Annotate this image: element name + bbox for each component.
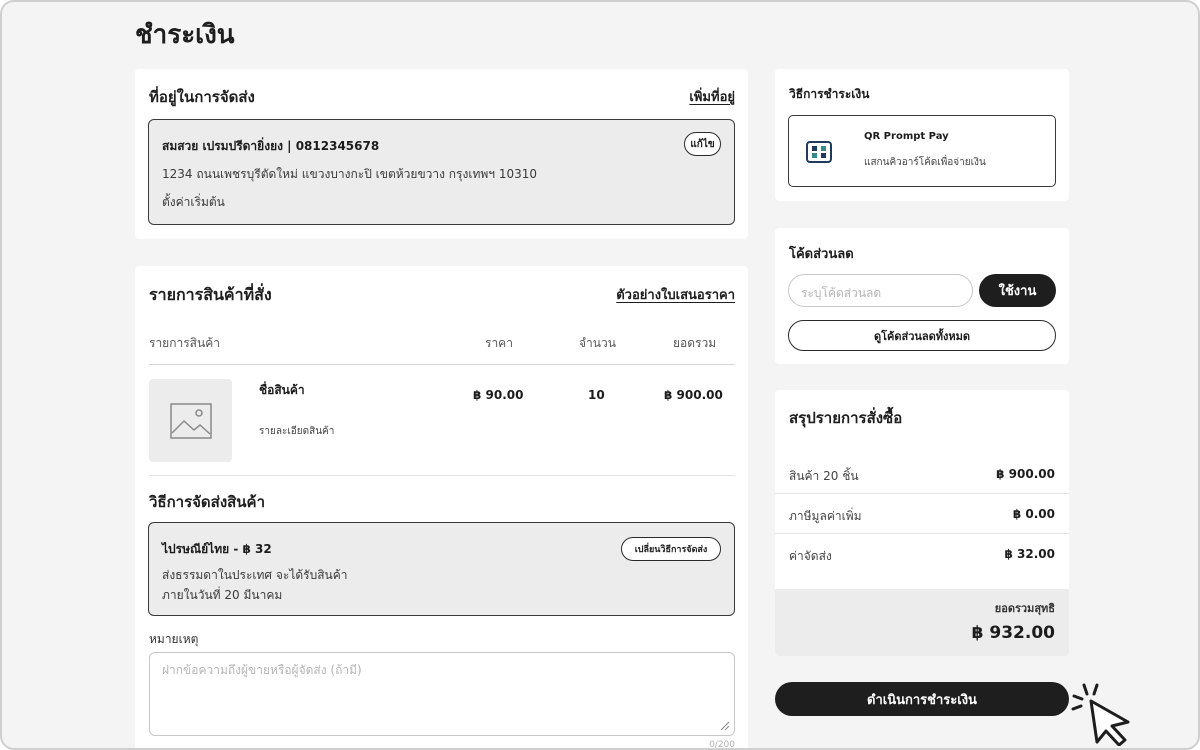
summary-divider — [775, 493, 1069, 494]
product-name: ชื่อสินค้า — [259, 383, 305, 397]
add-address-link[interactable]: เพิ่มที่อยู่ — [689, 86, 735, 107]
net-total-label: ยอดรวมสุทธิ — [994, 602, 1055, 615]
quote-preview-link[interactable]: ตัวอย่างใบเสนอราคา — [616, 284, 735, 305]
image-placeholder-icon — [170, 403, 212, 439]
qr-code-icon — [806, 141, 832, 163]
payment-method-title: QR Prompt Pay — [864, 131, 949, 142]
cursor-click-icon — [1071, 683, 1130, 746]
discount-title: โค้ดส่วนลด — [789, 247, 854, 262]
payment-option-qr[interactable]: QR Prompt Pay แสกนคิวอาร์โค้ดเพื่อจ่ายเง… — [788, 115, 1056, 187]
shipping-option-line2: ภายในวันที่ 20 มีนาคม — [162, 588, 283, 602]
shipping-title: วิธีการจัดส่งสินค้า — [149, 493, 266, 511]
product-total: ฿ 900.00 — [664, 388, 723, 402]
discount-input[interactable]: ระบุโค้ดส่วนลด — [788, 274, 973, 307]
product-qty: 10 — [588, 388, 605, 402]
col-header-price: ราคา — [485, 336, 513, 350]
address-line: 1234 ถนนเพชรบุรีตัดใหม่ แขวงบางกะปิ เขตห… — [162, 167, 538, 181]
col-header-qty: จำนวน — [579, 336, 616, 350]
shipping-option-box[interactable]: ไปรษณีย์ไทย - ฿ 32 ส่งธรรมดาในประเทศ จะไ… — [148, 522, 735, 616]
view-all-discounts-button[interactable]: ดูโค้ดส่วนลดทั้งหมด — [788, 320, 1056, 351]
net-total-value: ฿ 932.00 — [971, 623, 1055, 643]
discount-placeholder: ระบุโค้ดส่วนลด — [801, 286, 882, 300]
note-label: หมายเหตุ — [149, 632, 199, 646]
col-header-total: ยอดรวม — [673, 336, 717, 350]
summary-row: ค่าจัดส่ง — [789, 549, 832, 563]
row-divider — [149, 475, 735, 476]
summary-row: ภาษีมูลค่าเพิ่ม — [789, 509, 862, 523]
items-card: รายการสินค้าที่สั่ง ตัวอย่างใบเสนอราคา ร… — [135, 266, 748, 750]
default-label: ตั้งค่าเริ่มต้น — [162, 195, 225, 209]
summary-row-value: ฿ 0.00 — [1012, 507, 1055, 521]
payment-card: วิธีการชำระเงิน QR Prompt Pay แสกนคิวอาร… — [775, 69, 1069, 201]
summary-divider — [775, 533, 1069, 534]
checkout-button[interactable]: ดำเนินการชำระเงิน — [775, 682, 1069, 716]
note-counter: 0/200 — [709, 740, 735, 750]
edit-address-button[interactable]: แก้ไข — [684, 132, 721, 156]
address-box[interactable]: สมสวย เปรมปรีดายิ่งยง | 0812345678 1234 … — [148, 119, 735, 225]
page-title: ชำระเงิน — [135, 20, 235, 50]
product-price: ฿ 90.00 — [473, 388, 524, 402]
summary-card: สรุปรายการสั่งซื้อ สินค้า 20 ชิ้น ฿ 900.… — [775, 390, 1069, 656]
product-detail: รายละเอียดสินค้า — [259, 426, 335, 437]
apply-discount-button[interactable]: ใช้งาน — [979, 274, 1056, 307]
change-shipping-button[interactable]: เปลี่ยนวิธีการจัดส่ง — [621, 537, 721, 561]
net-total-section: ยอดรวมสุทธิ ฿ 932.00 — [775, 589, 1069, 656]
address-title: ที่อยู่ในการจัดส่ง — [149, 88, 255, 106]
header-divider — [149, 364, 735, 365]
note-textarea[interactable]: ฝากข้อความถึงผู้ขายหรือผู้จัดส่ง (ถ้ามี) — [149, 652, 735, 736]
summary-row-value: ฿ 32.00 — [1004, 547, 1055, 561]
resize-handle-icon[interactable] — [720, 721, 730, 731]
discount-card: โค้ดส่วนลด ระบุโค้ดส่วนลด ใช้งาน ดูโค้ดส… — [775, 228, 1069, 364]
items-title: รายการสินค้าที่สั่ง — [149, 285, 272, 304]
note-placeholder: ฝากข้อความถึงผู้ขายหรือผู้จัดส่ง (ถ้ามี) — [162, 663, 362, 677]
summary-row-value: ฿ 900.00 — [996, 467, 1055, 481]
payment-title: วิธีการชำระเงิน — [789, 87, 870, 101]
col-header-product: รายการสินค้า — [149, 336, 220, 350]
shipping-option-title: ไปรษณีย์ไทย - ฿ 32 — [162, 542, 272, 556]
product-image — [149, 379, 232, 462]
shipping-option-line1: ส่งธรรมดาในประเทศ จะได้รับสินค้า — [162, 568, 348, 582]
checkout-page: ชำระเงิน ที่อยู่ในการจัดส่ง เพิ่มที่อยู่… — [0, 0, 1200, 750]
address-card: ที่อยู่ในการจัดส่ง เพิ่มที่อยู่ สมสวย เป… — [135, 69, 748, 239]
summary-title: สรุปรายการสั่งซื้อ — [789, 409, 903, 427]
recipient-name-phone: สมสวย เปรมปรีดายิ่งยง | 0812345678 — [162, 139, 380, 153]
summary-row: สินค้า 20 ชิ้น — [789, 469, 859, 483]
payment-method-desc: แสกนคิวอาร์โค้ดเพื่อจ่ายเงิน — [864, 157, 986, 168]
